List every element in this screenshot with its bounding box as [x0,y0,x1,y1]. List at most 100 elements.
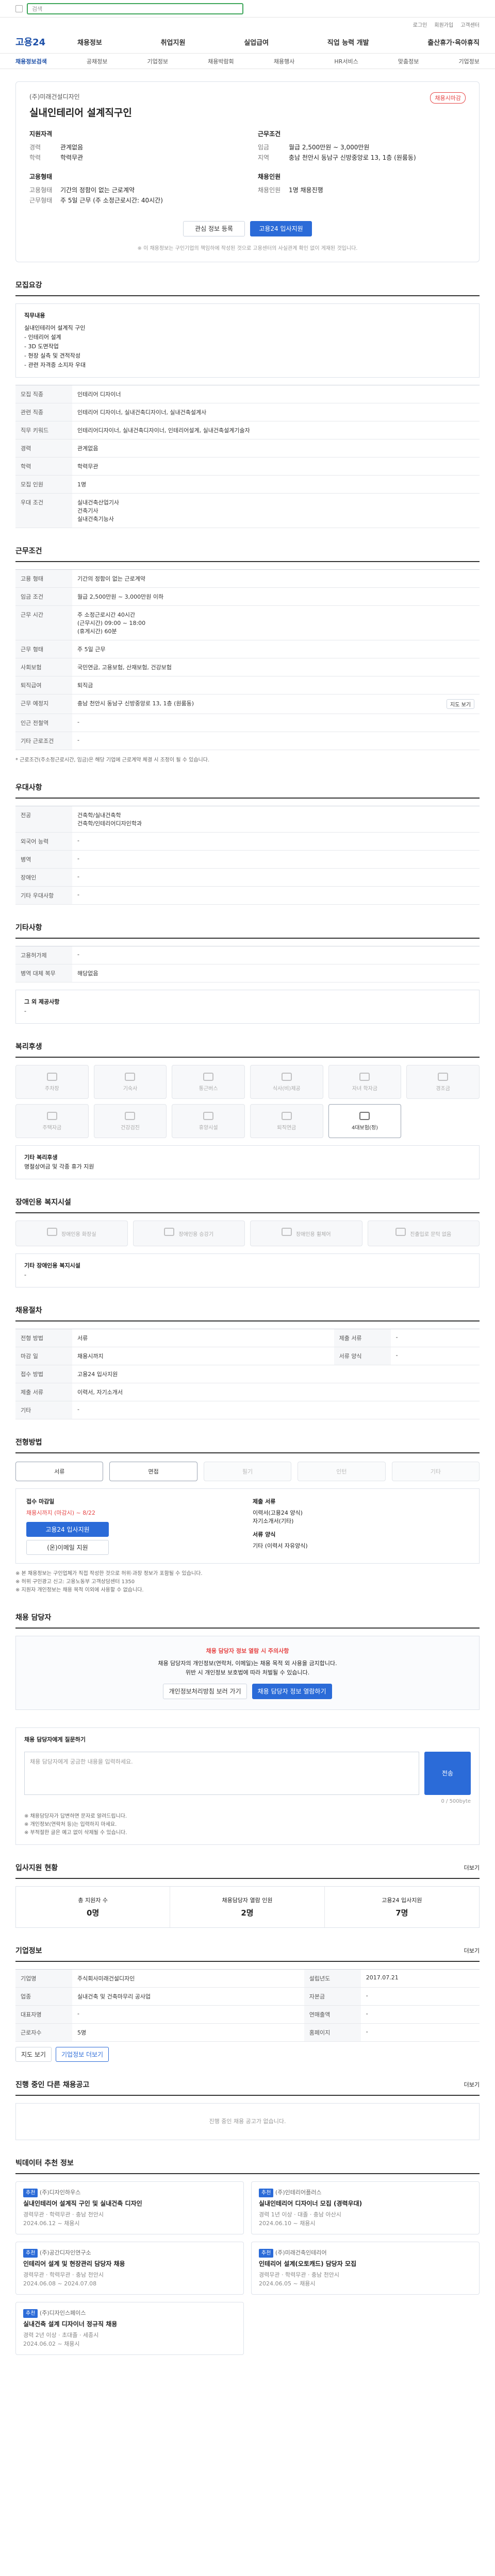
preference-table: 전공 건축학/실내건축학 건축학/인테리어디자인학과 외국어 능력 - 병역 - 장애… [15,806,480,905]
subnav-item-custom[interactable]: 맞춤정보 [398,57,419,65]
toilet-icon [46,1228,57,1236]
recommend-card[interactable]: 추천 (주)공간디자인연구소 인테리어 설계 및 현장관리 담당자 채용 경력무… [15,2242,244,2295]
recommend-card[interactable]: 추천 (주)디자인스페이스 실내건축 설계 디자이너 정규직 채용 경력 2년 … [15,2302,244,2355]
welfare-item: 경조금 [406,1065,480,1099]
utility-bar: 로그인 회원가입 고객센터 [0,18,495,30]
recommend-card[interactable]: 추천 (주)인테리어플러스 실내인테리어 디자이너 모집 (경력우대) 경력 1… [251,2181,480,2234]
login-link[interactable]: 로그인 [413,21,427,28]
subnav-item-public[interactable]: 공채정보 [87,57,107,65]
row-key: 제출 서류 [334,1329,391,1347]
format-title: 서류 양식 [253,1531,276,1538]
address-text: 충남 천안시 동남구 신방중앙로 13, 1층 (원룸동) [77,700,194,707]
company-more-link[interactable]: 더보기 [464,1946,480,1955]
employment-group: 고용형태 고용형태 기간의 정함이 없는 근로계약 근무형태 주 5일 근무 (주 … [29,172,237,206]
company-name[interactable]: (주)미래건설디자인 [29,92,466,101]
welfare-item: 주차장 [15,1065,89,1099]
section-manager: 채용 담당자 채용 담당자 정보 열람 시 주의사항 채용 담당자의 개인정보(… [15,1612,480,1710]
inquiry-box: 채용 담당자에게 질문하기 채용 담당자에게 궁금한 내용을 입력하세요. 전송… [15,1727,480,1845]
gnb-item-training[interactable]: 직업 능력 개발 [327,37,369,47]
view-manager-button[interactable]: 채용 담당자 정보 열람하기 [252,1684,332,1699]
row-value: 건축학/실내건축학 건축학/인테리어디자인학과 [72,806,480,833]
row-value: 기간의 정함이 없는 근로계약 [72,569,480,588]
headcount-group: 채용인원 채용인원 1명 채용진행 [258,172,466,206]
pension-icon [281,1111,292,1120]
recommend-card[interactable]: 추천 (주)미래건축인테리어 인테리어 설계(오토캐드) 담당자 모집 경력무관… [251,2242,480,2295]
row-value: 채용시까지 [72,1347,334,1365]
apply-button[interactable]: 고용24 입사지원 [250,221,312,236]
etc-table: 고용허가제 - 병역 대체 복무 해당없음 [15,946,480,982]
job-desc-text: 실내인테리어 설계직 구인 - 인테리어 설계 - 3D 도면작업 - 현장 실… [24,325,86,368]
section-title: 기타사항 [15,922,480,939]
section-title: 채용 담당자 [15,1612,480,1629]
card-title: 실내인테리어 설계직 구인 및 실내건축 디자인 [23,2200,142,2207]
row-key: 사회보험 [15,658,72,676]
subnav-item-event[interactable]: 채용행사 [274,57,294,65]
row-key: 학력 [15,457,72,476]
subnav-item-search[interactable]: 채용정보검색 [15,57,47,65]
subnav-item-company[interactable]: 기업정보 [147,57,168,65]
card-badge: 추천 [23,2249,38,2258]
card-company: (주)디자인스페이스 [39,2310,86,2316]
welfare-item-active: 4대보험(정) [328,1104,402,1138]
note-item: ※ 개인정보(연락처 등)는 입력하지 마세요. [24,1822,117,1827]
help-link[interactable]: 고객센터 [460,21,480,28]
company-more-button[interactable]: 기업정보 더보기 [55,2047,109,2062]
card-title: 실내건축 설계 디자이너 정규직 채용 [23,2320,118,2328]
subnav-item-hr[interactable]: HR서비스 [334,57,358,65]
map-button[interactable]: 지도 보기 [447,699,474,709]
recommend-card[interactable]: 추천 (주)디자인하우스 실내인테리어 설계직 구인 및 실내건축 디자인 경력… [15,2181,244,2234]
stat-item: 총 지원자 수 0명 [16,1887,171,1927]
card-date: 2024.06.02 ~ 채용시 [23,2341,80,2347]
welfare-item: 자녀 학자금 [328,1065,402,1099]
home-icon[interactable] [15,5,23,12]
card-meta: 경력 1년 이상 · 대졸 · 충남 아산시 [259,2211,341,2218]
privacy-policy-button[interactable]: 개인정보처리방침 보러 가기 [163,1684,247,1699]
search-input[interactable]: 검색 [27,3,243,14]
apply-online-button[interactable]: 고용24 입사지원 [26,1522,109,1537]
welfare-etc-label: 기타 복리후생 [24,1154,58,1161]
scrap-button[interactable]: 관심 정보 등록 [183,221,245,236]
conditions-group: 근무조건 임금 월급 2,500만원 ~ 3,000만원 지역 충남 천안시 동남구… [258,129,466,163]
section-recommend: 빅데이터 추천 정보 추천 (주)디자인하우스 실내인테리어 설계직 구인 및 … [15,2158,480,2355]
top-bar: 검색 [0,0,495,18]
stat-item: 고용24 입사지원 7명 [325,1887,479,1927]
signup-link[interactable]: 회원가입 [434,21,453,28]
kv-key: 근무형태 [29,197,53,204]
recommend-grid: 추천 (주)디자인하우스 실내인테리어 설계직 구인 및 실내건축 디자인 경력… [15,2181,480,2355]
stats-more-link[interactable]: 더보기 [464,1863,480,1872]
card-company: (주)공간디자인연구소 [39,2249,91,2256]
card-meta: 경력무관 · 학력무관 · 충남 천안시 [23,2272,104,2278]
gnb-item-leave[interactable]: 출산휴가·육아휴직 [427,37,480,47]
subnav-item-company2[interactable]: 기업정보 [458,57,479,65]
row-value: 5명 [72,2023,304,2042]
site-logo[interactable]: 고용24 [15,35,77,48]
job-title: 실내인테리어 설계직구인 [29,107,132,118]
row-key: 서류 양식 [334,1347,391,1365]
gnb-item-jobs[interactable]: 채용정보 [77,37,102,47]
company-map-button[interactable]: 지도 보기 [15,2047,52,2062]
row-value: 인테리어디자이너, 실내건축디자이너, 인테리어설계, 실내건축설계기술자 [72,421,480,439]
parking-icon [46,1072,57,1081]
gnb-item-support[interactable]: 취업지원 [161,37,186,47]
section-title: 진행 중인 다른 채용공고 [15,2081,90,2089]
employment-title: 고용형태 [29,173,53,180]
insurance-icon [359,1111,370,1120]
row-key: 전형 방법 [15,1329,72,1347]
section-title: 전형방법 [15,1437,480,1453]
card-meta: 경력무관 · 학력무관 · 충남 천안시 [23,2211,104,2218]
kv-value: 1명 채용진행 [289,187,323,194]
row-key: 설립년도 [304,1969,361,1988]
subnav-item-fair[interactable]: 채용박람회 [208,57,234,65]
row-key: 홈페이지 [304,2023,361,2042]
note-item: ※ 채용담당자가 답변하면 문자로 알려드립니다. [24,1814,127,1819]
welfare-label: 건강검진 [121,1125,140,1131]
row-key: 모집 인원 [15,475,72,494]
alert-title: 채용 담당자 정보 열람 시 주의사항 [206,1648,289,1654]
inquiry-textarea[interactable]: 채용 담당자에게 궁금한 내용을 입력하세요. [24,1752,419,1795]
inquiry-send-button[interactable]: 전송 [424,1752,471,1795]
gnb-item-benefit[interactable]: 실업급여 [244,37,269,47]
welfare-label: 휴양시설 [199,1125,218,1131]
section-conditions: 근무조건 고용 형태 기간의 정함이 없는 근로계약 임금 조건 월급 2,500만… [15,546,480,765]
apply-email-button[interactable]: (온)이메일 지원 [26,1540,109,1555]
other-more-link[interactable]: 더보기 [464,2080,480,2089]
